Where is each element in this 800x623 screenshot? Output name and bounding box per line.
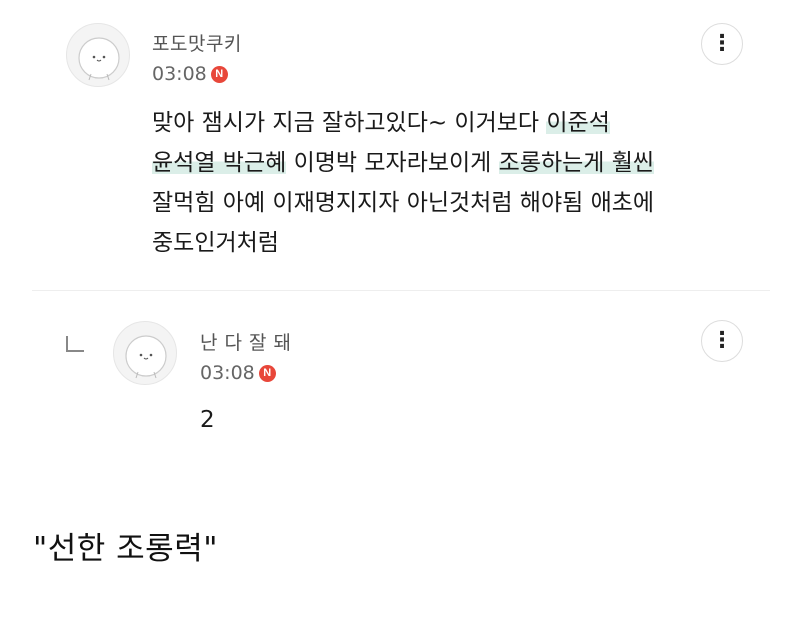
comment-text: 맞아 잼시가 지금 잘하고있다~ 이거보다 이준석 윤석열 박근혜 이명박 모자…: [152, 103, 655, 263]
reply-indicator-icon: [66, 336, 84, 352]
avatar[interactable]: [113, 321, 177, 385]
comment-line: 잘먹힘 아예 이재명지지자 아닌것처럼 해야됨 애초에: [152, 190, 655, 216]
nickname[interactable]: 난 다 잘 돼: [200, 328, 292, 355]
comment-line: 윤석열 박근혜 이명박 모자라보이게 조롱하는게 훨씬: [152, 143, 655, 183]
highlighted-text: 윤석열 박근혜: [152, 150, 287, 176]
divider: [32, 290, 770, 291]
comment-line: 맞아 잼시가 지금 잘하고있다~ 이거보다 이준석: [152, 103, 654, 143]
timestamp: 03:08: [152, 63, 207, 85]
new-badge-icon: N: [258, 364, 276, 382]
highlighted-text: 이준석: [546, 110, 610, 136]
more-vertical-icon: ⋮: [711, 328, 733, 353]
timestamp-row: 03:08 N: [152, 63, 228, 85]
comment-text-segment: 이명박 모자라보이게: [286, 150, 499, 176]
timestamp-row: 03:08 N: [200, 362, 276, 384]
more-options-button[interactable]: ⋮: [701, 320, 743, 362]
avatar[interactable]: [66, 23, 130, 87]
new-badge-icon: N: [210, 65, 228, 83]
highlighted-text: 조롱하는게 훨씬: [498, 150, 655, 176]
comment-text: 2: [200, 407, 215, 433]
comment-text-segment: 맞아 잼시가 지금 잘하고있다~ 이거보다: [152, 110, 547, 136]
caption-text: "선한 조롱력": [33, 531, 218, 567]
comment-line: 중도인거처럼: [152, 230, 279, 256]
more-vertical-icon: ⋮: [711, 31, 733, 56]
nickname[interactable]: 포도맛쿠키: [152, 29, 242, 56]
more-options-button[interactable]: ⋮: [701, 23, 743, 65]
timestamp: 03:08: [200, 362, 255, 384]
